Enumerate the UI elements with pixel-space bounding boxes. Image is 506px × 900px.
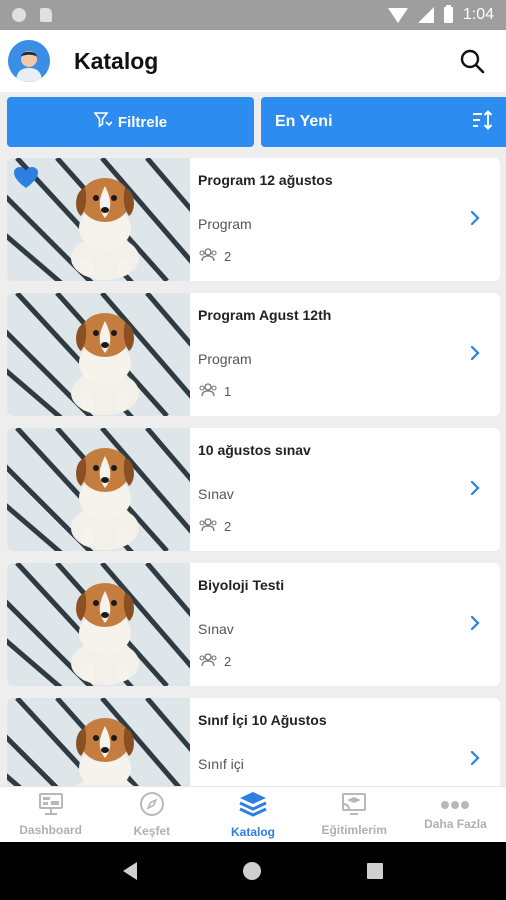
status-time: 1:04 (462, 6, 494, 23)
nav-daha-fazla[interactable]: Daha Fazla (405, 787, 506, 842)
participant-count: 2 (224, 519, 232, 534)
catalog-thumbnail (7, 158, 209, 281)
users-icon (198, 518, 218, 535)
catalog-thumbnail (7, 698, 209, 786)
signal-icon (417, 7, 434, 23)
users-icon (198, 653, 218, 670)
monitor-icon (38, 792, 64, 819)
nav-dashboard[interactable]: Dashboard (0, 787, 101, 842)
system-navigation (0, 842, 506, 900)
list-item[interactable]: Program Agust 12th Program 1 (7, 293, 500, 416)
item-title: Program Agust 12th (198, 307, 332, 323)
item-type: Sınav (198, 621, 234, 637)
chevron-right-icon[interactable] (470, 210, 480, 231)
bottom-navigation: Dashboard Keşfet Katalog Eğitimlerim Dah… (0, 786, 506, 842)
participant-count: 1 (224, 384, 232, 399)
participant-count: 2 (224, 249, 232, 264)
more-icon (440, 799, 470, 813)
search-icon[interactable] (456, 45, 488, 77)
status-bar: 1:04 (0, 0, 506, 30)
list-item[interactable]: 10 ağustos sınav Sınav 2 (7, 428, 500, 551)
catalog-list: Program 12 ağustos Program 2 Program Agu… (7, 158, 500, 786)
item-title: Program 12 ağustos (198, 172, 333, 188)
item-title: Biyoloji Testi (198, 577, 285, 593)
catalog-thumbnail (7, 563, 209, 686)
item-type: Sınıf içi (198, 756, 244, 772)
item-type: Program (198, 351, 252, 367)
nav-katalog[interactable]: Katalog (202, 787, 303, 842)
users-icon (198, 383, 218, 400)
list-item[interactable]: Biyoloji Testi Sınav 2 (7, 563, 500, 686)
filter-button[interactable]: Filtrele (7, 97, 254, 147)
catalog-thumbnail (7, 293, 209, 416)
sort-icon (472, 109, 494, 135)
nav-kesfet[interactable]: Keşfet (101, 787, 202, 842)
list-item[interactable]: Sınıf İçi 10 Ağustos Sınıf içi (7, 698, 500, 786)
cast-icon (340, 792, 368, 819)
filter-icon (93, 112, 113, 132)
compass-icon (139, 791, 165, 820)
sd-card-icon (40, 8, 52, 22)
page-title: Katalog (74, 47, 159, 74)
layers-icon (238, 790, 268, 821)
user-avatar-icon[interactable] (8, 40, 50, 82)
filter-label: Filtrele (117, 113, 168, 131)
chevron-right-icon[interactable] (470, 480, 480, 501)
sort-button[interactable]: En Yeni (261, 97, 506, 147)
chevron-right-icon[interactable] (470, 615, 480, 636)
nav-egitimlerim[interactable]: Eğitimlerim (304, 787, 405, 842)
nav-label: Dashboard (19, 823, 82, 837)
home-icon[interactable] (243, 862, 261, 880)
participant-count: 2 (224, 654, 232, 669)
nav-label: Katalog (231, 825, 276, 839)
filter-bar: Filtrele En Yeni (0, 97, 506, 147)
app-bar: Katalog (0, 30, 506, 92)
list-item[interactable]: Program 12 ağustos Program 2 (7, 158, 500, 281)
item-type: Program (198, 216, 252, 232)
chevron-right-icon[interactable] (470, 750, 480, 771)
battery-icon (443, 5, 453, 23)
nav-label: Keşfet (133, 824, 171, 838)
item-title: Sınıf İçi 10 Ağustos (198, 712, 327, 728)
recents-icon[interactable] (367, 863, 383, 879)
item-type: Sınav (198, 486, 234, 502)
item-title: 10 ağustos sınav (198, 442, 311, 458)
catalog-thumbnail (7, 428, 209, 551)
chevron-right-icon[interactable] (470, 345, 480, 366)
heart-icon[interactable] (13, 166, 39, 195)
nav-label: Eğitimlerim (321, 823, 387, 837)
users-icon (198, 248, 218, 265)
wifi-icon (387, 7, 408, 23)
back-icon[interactable] (123, 862, 137, 880)
nav-label: Daha Fazla (424, 816, 487, 831)
notification-dot-icon (12, 8, 26, 22)
sort-label: En Yeni (275, 113, 333, 130)
